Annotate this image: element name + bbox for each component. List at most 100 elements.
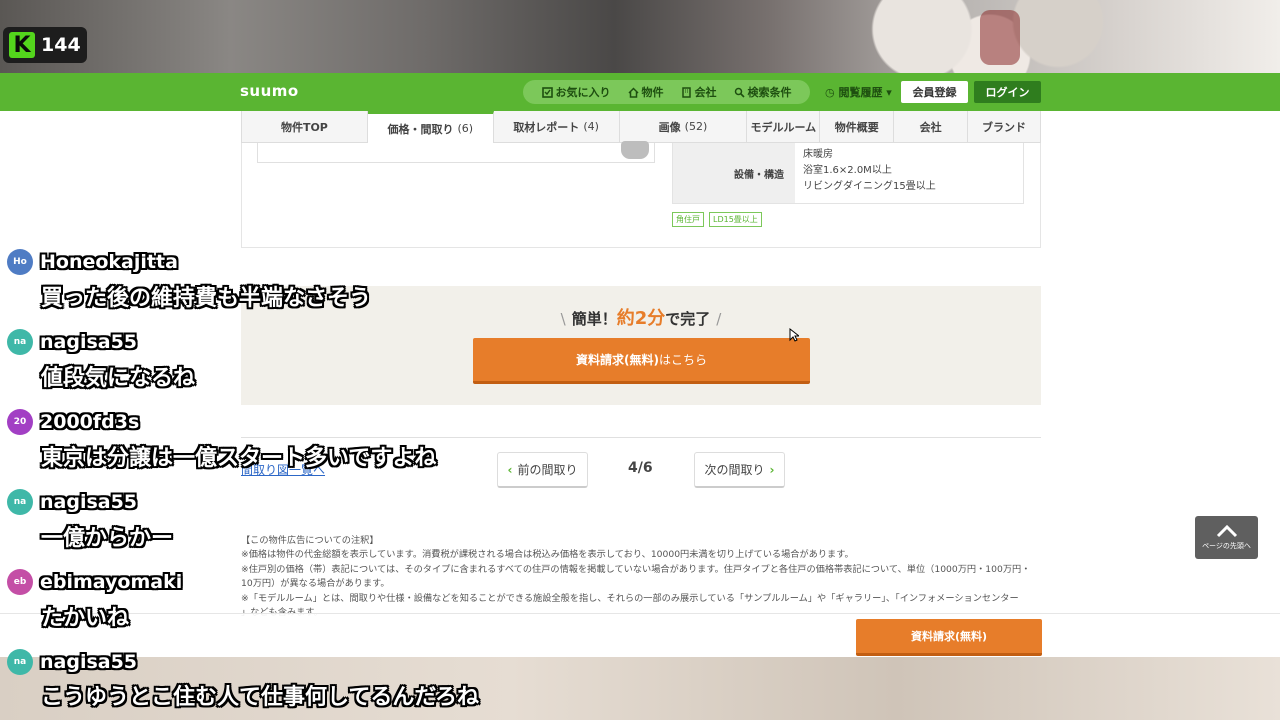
- nav-company[interactable]: 会社: [681, 84, 717, 100]
- property-tabs: 物件TOP 価格・間取り (6) 取材レポート (4) 画像 (52) モデルルーム …: [241, 111, 1041, 143]
- tab-label: 画像: [658, 120, 681, 134]
- suumo-logo[interactable]: suumo: [240, 82, 299, 100]
- cta-highlight: 約2分: [616, 308, 666, 329]
- chat-user: Ho Honeokajitta: [7, 249, 178, 275]
- register-button[interactable]: 会員登録: [901, 81, 968, 103]
- chat-username: 2000fd3s: [40, 411, 140, 433]
- chat-avatar: 20: [7, 409, 33, 435]
- chat-message: 一億からかー: [41, 526, 174, 551]
- tab-label: 価格・間取り: [387, 122, 454, 136]
- tab-price-floorplan[interactable]: 価格・間取り (6): [367, 111, 494, 143]
- back-to-top-button[interactable]: ページの先頭へ: [1195, 516, 1258, 559]
- tab-count: (4): [583, 120, 599, 133]
- caret-down-icon: ▾: [886, 86, 892, 99]
- sticky-request-button[interactable]: 資料請求(無料): [856, 619, 1042, 656]
- tab-label: モデルルーム: [750, 120, 817, 134]
- next-floorplan-button[interactable]: 次の間取り ›: [694, 452, 785, 488]
- tab-count: (6): [457, 122, 474, 135]
- chat-user: eb ebimayomaki: [7, 569, 182, 595]
- nav-properties-label: 物件: [641, 86, 664, 99]
- note-line: ※価格は物件の代金総額を表示しています。消費税が課税される場合は税込み価格を表示…: [241, 549, 854, 561]
- tab-company[interactable]: 会社: [894, 111, 969, 142]
- chat-user: na nagisa55: [7, 329, 137, 355]
- ad-notes: 【この物件広告についての注釈】 ※価格は物件の代金総額を表示しています。消費税が…: [241, 534, 1046, 620]
- nav-properties[interactable]: 物件: [627, 84, 664, 100]
- chat-username: nagisa55: [40, 491, 138, 513]
- spec-line: リビングダイニング15畳以上: [803, 181, 936, 192]
- chat-user: 20 2000fd3s: [7, 409, 139, 435]
- nav-favorites[interactable]: お気に入り: [541, 84, 611, 100]
- k-logo-icon: K: [9, 32, 35, 58]
- tab-images[interactable]: 画像 (52): [620, 111, 748, 142]
- note-line: 【この物件広告についての注釈】: [241, 535, 379, 546]
- tab-report[interactable]: 取材レポート (4): [494, 111, 620, 142]
- stream-viewer-badge: K 144: [3, 27, 87, 63]
- prev-floorplan-button[interactable]: ‹ 前の間取り: [497, 452, 588, 488]
- chevron-left-icon: ‹: [507, 462, 513, 477]
- tab-count: (52): [684, 120, 708, 133]
- spec-header: 設備・構造: [723, 143, 795, 203]
- chevron-right-icon: ›: [769, 462, 775, 477]
- floorplan-page-indicator: 4/6: [628, 460, 653, 476]
- nav-favorites-label: お気に入り: [555, 86, 611, 99]
- feature-tag: LD15畳以上: [709, 212, 762, 227]
- back-to-top-label: ページの先頭へ: [1202, 542, 1251, 550]
- bookmark-icon: [541, 86, 553, 98]
- history-dropdown[interactable]: ◷ 閲覧履歴 ▾: [825, 84, 892, 100]
- tab-label: 物件概要: [834, 120, 879, 134]
- tab-label: 物件TOP: [280, 120, 328, 134]
- sticky-footer-bar: [0, 613, 1280, 657]
- chat-avatar: eb: [7, 569, 33, 595]
- chevron-up-icon: [1216, 524, 1237, 538]
- chat-avatar: na: [7, 489, 33, 515]
- chat-avatar: Ho: [7, 249, 33, 275]
- nav-company-label: 会社: [694, 86, 717, 99]
- site-header: suumo お気に入り 物件 会社 検索条件 ◷ 閲覧履歴 ▾ 会員登録 ログイ…: [0, 73, 1280, 111]
- mouse-cursor-icon: [789, 328, 799, 342]
- spec-values: 床暖房 浴室1.6×2.0M以上 リビングダイニング15畳以上: [795, 143, 1023, 203]
- history-label: 閲覧履歴: [838, 86, 883, 99]
- section-divider: [241, 437, 1041, 438]
- chat-avatar: na: [7, 329, 33, 355]
- chat-user: na nagisa55: [7, 489, 137, 515]
- chat-username: nagisa55: [40, 331, 138, 353]
- tab-label: 会社: [919, 120, 942, 134]
- nav-search-conditions[interactable]: 検索条件: [734, 84, 792, 100]
- chat-message: 買った後の維持費も半端なさそう: [41, 286, 372, 311]
- chat-avatar: na: [7, 649, 33, 675]
- chat-message: 東京は分譲は一億スタート多いですよね: [41, 446, 437, 471]
- clock-icon: ◷: [825, 86, 835, 99]
- tab-label: 取材レポート: [513, 120, 580, 134]
- feature-tag: 角住戸: [672, 212, 704, 227]
- sleeve-detail: [980, 10, 1020, 65]
- tab-label: ブランド: [982, 120, 1027, 134]
- chat-message: たかいね: [41, 606, 130, 631]
- building-icon: [681, 86, 691, 98]
- chat-username: ebimayomaki: [40, 571, 183, 593]
- chat-username: nagisa55: [40, 651, 138, 673]
- tab-overview[interactable]: 物件概要: [820, 111, 895, 142]
- tab-brand[interactable]: ブランド: [968, 111, 1040, 142]
- spec-line: 床暖房: [803, 149, 833, 160]
- spec-line: 浴室1.6×2.0M以上: [803, 165, 892, 176]
- search-icon: [734, 87, 745, 98]
- stream-video-top: [0, 0, 1280, 73]
- note-line: 10万円）が異なる場合があります。: [241, 578, 390, 590]
- chat-user: na nagisa55: [7, 649, 137, 675]
- header-nav: お気に入り 物件 会社 検索条件: [523, 80, 810, 104]
- chat-username: Honeokajitta: [40, 251, 178, 273]
- feature-tags: 角住戸 LD15畳以上: [672, 212, 762, 227]
- zoom-camera-icon[interactable]: [621, 141, 649, 159]
- viewer-count: 144: [41, 34, 81, 56]
- note-line: ※住戸別の価格（帯）表記については、そのタイプに含まれるすべての住戸の情報を掲載…: [241, 563, 1031, 575]
- nav-search-label: 検索条件: [747, 86, 792, 99]
- chat-message: こうゆうとこ住む人て仕事何してるんだろね: [41, 685, 480, 710]
- tab-model-room[interactable]: モデルルーム: [747, 111, 821, 142]
- tab-property-top[interactable]: 物件TOP: [242, 111, 368, 142]
- request-materials-button[interactable]: 資料請求(無料) はこちら: [473, 338, 810, 384]
- chat-message: 値段気になるね: [41, 366, 196, 391]
- login-button[interactable]: ログイン: [974, 81, 1041, 103]
- floorplan-image-frame: [257, 141, 655, 163]
- house-icon: [627, 86, 639, 98]
- spec-table: 設備・構造 床暖房 浴室1.6×2.0M以上 リビングダイニング15畳以上: [672, 143, 1024, 204]
